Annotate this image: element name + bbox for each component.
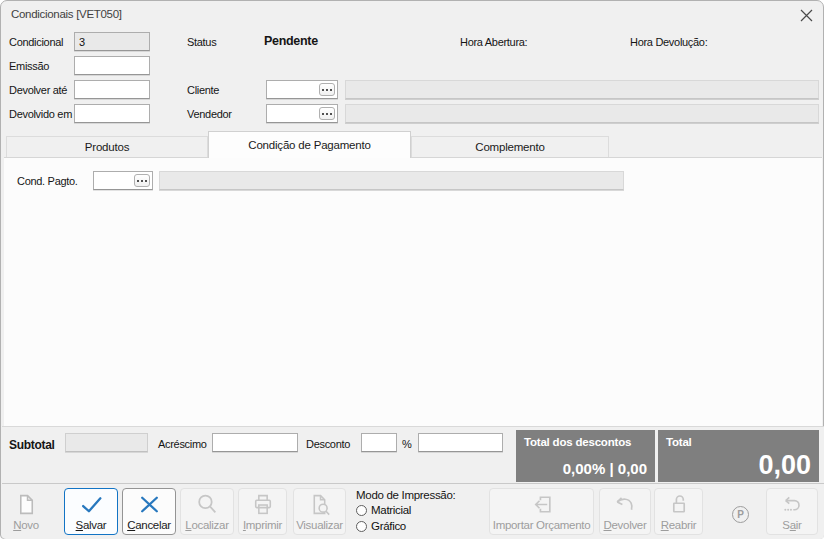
radio-icon <box>356 521 367 532</box>
devolver-button[interactable]: Devolver <box>599 488 651 535</box>
cond-pagto-label: Cond. Pagto. <box>17 175 78 187</box>
desconto-valor-input[interactable] <box>418 433 503 452</box>
condicional-field: 3 <box>74 32 150 51</box>
desconto-label: Desconto <box>306 438 350 450</box>
ellipsis-icon <box>322 89 332 91</box>
emissao-label: Emissão <box>9 60 49 72</box>
devolver-ate-input[interactable] <box>74 80 150 99</box>
percent-label: % <box>402 438 411 450</box>
devolvido-em-input[interactable] <box>74 104 150 123</box>
acrescimo-input[interactable] <box>212 433 298 452</box>
radio-grafico[interactable]: Gráfico <box>356 520 406 532</box>
vendedor-lookup-button[interactable] <box>319 107 335 120</box>
emissao-input[interactable] <box>74 56 150 75</box>
vendedor-name-field <box>345 104 819 123</box>
total-descontos-value: 0,00% | 0,00 <box>563 460 647 477</box>
hora-abertura-label: Hora Abertura: <box>460 36 527 48</box>
subtotal-field <box>65 433 148 452</box>
status-label: Status <box>187 36 216 48</box>
ellipsis-icon <box>322 113 332 115</box>
visualizar-button[interactable]: Visualizar <box>293 488 346 535</box>
total-descontos-label: Total dos descontos <box>524 436 631 448</box>
reabrir-button[interactable]: Reabrir <box>654 488 703 535</box>
condicional-label: Condicional <box>9 36 63 48</box>
x-icon <box>136 492 163 517</box>
vendedor-input[interactable] <box>266 104 338 123</box>
close-icon[interactable] <box>799 8 814 23</box>
radio-matricial[interactable]: Matricial <box>356 504 411 516</box>
dialog-condicionais: Condicionais [VET050] Condicional 3 Stat… <box>0 0 824 539</box>
hora-devolucao-label: Hora Devolução: <box>630 36 707 48</box>
importar-orcamento-button[interactable]: Importar Orçamento <box>489 488 594 535</box>
tab-condicao-de-pagamento[interactable]: Condição de Pagamento <box>208 131 411 158</box>
total-box: Total 0,00 <box>658 430 819 482</box>
total-label: Total <box>666 436 692 448</box>
radio-icon <box>356 505 367 516</box>
exit-arrow-icon <box>779 492 805 517</box>
cond-pagto-lookup-button[interactable] <box>134 174 150 187</box>
window-title: Condicionais [VET050] <box>11 8 122 20</box>
unlock-icon <box>666 492 692 517</box>
devolver-ate-label: Devolver até <box>9 84 67 96</box>
cliente-input[interactable] <box>266 80 338 99</box>
total-value: 0,00 <box>758 450 811 481</box>
acrescimo-label: Acréscimo <box>158 438 207 450</box>
check-icon <box>78 492 105 517</box>
cliente-lookup-button[interactable] <box>319 83 335 96</box>
cancelar-button[interactable]: Cancelar <box>122 488 176 535</box>
status-value: Pendente <box>264 34 318 48</box>
printer-icon <box>250 492 276 517</box>
vendedor-label: Vendedor <box>187 108 232 120</box>
cond-pagto-name-field <box>159 171 624 190</box>
tab-panel <box>4 157 822 426</box>
devolvido-em-label: Devolvido em <box>9 108 72 120</box>
preview-icon <box>307 492 333 517</box>
search-icon <box>194 492 220 517</box>
subtotal-label: Subtotal <box>9 438 55 452</box>
tab-complemento[interactable]: Complemento <box>411 136 609 157</box>
ellipsis-icon <box>137 180 147 182</box>
sair-button[interactable]: Sair <box>766 488 818 535</box>
cliente-name-field <box>345 80 819 99</box>
new-document-icon <box>13 492 39 517</box>
cliente-label: Cliente <box>187 84 219 96</box>
modo-impressao-label: Modo de Impressão: <box>356 489 455 501</box>
p-badge-icon[interactable]: P <box>732 506 749 523</box>
desconto-input[interactable] <box>361 433 397 452</box>
novo-button[interactable]: Novo <box>6 488 46 535</box>
total-descontos-box: Total dos descontos 0,00% | 0,00 <box>516 430 655 482</box>
undo-arrow-icon <box>612 492 638 517</box>
localizar-button[interactable]: Localizar <box>180 488 234 535</box>
import-icon <box>529 492 555 517</box>
screen: Condicionais [VET050] Condicional 3 Stat… <box>0 0 824 539</box>
salvar-button[interactable]: Salvar <box>64 488 118 535</box>
imprimir-button[interactable]: Imprimir <box>238 488 287 535</box>
cond-pagto-input[interactable] <box>93 171 153 190</box>
tab-produtos[interactable]: Produtos <box>6 136 208 157</box>
